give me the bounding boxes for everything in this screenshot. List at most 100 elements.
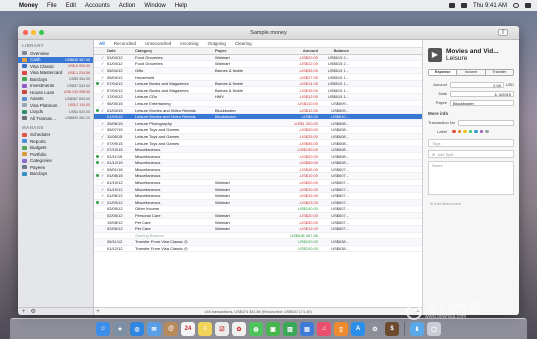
label-color-swatch[interactable]	[457, 129, 461, 134]
contacts-icon[interactable]: @	[164, 322, 178, 336]
sidebar-settings-icon[interactable]: ⚙	[31, 308, 36, 315]
amount-field[interactable]: 2.00	[450, 81, 504, 88]
col-header-payee[interactable]: Payee	[214, 48, 286, 53]
table-row[interactable]: ✓ 07/10/15 Miscellaneous -US$150.00 US$608..…	[94, 146, 422, 154]
table-row[interactable]: 01/04/15 Leisure Movies and Video Rentals…	[94, 113, 422, 121]
col-header-date[interactable]: Date	[106, 48, 134, 53]
filter-tab[interactable]: All	[99, 41, 105, 46]
tags-field[interactable]: Tags	[428, 139, 514, 147]
sidebar-item-account[interactable]: Overview	[18, 50, 93, 57]
label-color-swatch[interactable]	[463, 129, 467, 134]
menu-window[interactable]: Window	[144, 3, 165, 9]
table-row[interactable]: ✓ 01/10/12 Miscellaneous Walmart -US$20.00 US…	[94, 180, 422, 187]
col-header-balance[interactable]: Balance	[320, 48, 352, 53]
sidebar-item-manage[interactable]: Scheduler	[18, 132, 93, 139]
sidebar-item-manage[interactable]: Payees	[18, 164, 93, 171]
table-row[interactable]: 01/12/12 Transfer From Visa Classic ◎ US$1…	[94, 246, 422, 253]
table-row[interactable]: 02/05/12 Personal Care Walmart -US$20.00 US$…	[94, 212, 422, 220]
segment-expense[interactable]: Expense	[429, 70, 458, 75]
notes-icon[interactable]: ≡	[198, 322, 212, 336]
table-row[interactable]: ✓ 05/04/12 Household -US$27.00 US$615 1...	[94, 74, 422, 81]
ibooks-icon[interactable]: ▯	[334, 322, 348, 336]
menu-app[interactable]: Money	[19, 3, 38, 9]
table-row[interactable]: ✓ 07/04/12 Leisure Books and Magazines Barn…	[94, 80, 422, 88]
filter-tab[interactable]: Outgoing	[208, 41, 226, 46]
label-color-swatch[interactable]	[474, 129, 478, 134]
notes-field[interactable]: Notes	[428, 161, 514, 195]
table-row[interactable]: ✓ 07/04/12 Leisure Books and Magazines Barn…	[94, 87, 422, 95]
table-row[interactable]: ✓ 01/06/12 Miscellaneous Walmart -US$15.00 US…	[94, 193, 422, 200]
table-row[interactable]: ✓ 05/04/12 Gifts Barnes & Noble -US$35.00 US$…	[94, 67, 422, 75]
table-row[interactable]: ✓ 06/05/15 Leisure Entertaining -US$110.00 U…	[94, 101, 422, 108]
table-row[interactable]: ✓ 17/04/12 Leisure CDs HMV -US$12.00 US$615 1…	[94, 94, 422, 101]
sidebar-item-manage[interactable]: Reports	[18, 138, 93, 145]
menu-edit[interactable]: Edit	[66, 3, 76, 9]
table-row[interactable]: ✓ 01/03/12 Miscellaneous Walmart -US$23.00 US…	[94, 199, 422, 207]
filter-tab[interactable]: Clearing	[235, 41, 252, 46]
more-info-header[interactable]: More info	[428, 111, 514, 116]
add-attachment-button[interactable]: ⊘ Add Attachment	[428, 201, 514, 206]
mail-icon[interactable]: ✉	[147, 322, 161, 336]
table-row[interactable]: ✓ 11/08/15 Leisure Toys and Games -US$25.00…	[94, 133, 422, 141]
messages-icon[interactable]: ◍	[249, 322, 263, 336]
table-row[interactable]: ✓ 07/09/15 Leisure Toys and Games -US$55.00…	[94, 140, 422, 147]
sidebar-item-manage[interactable]: Barclays	[18, 171, 93, 178]
table-row[interactable]: 19/08/12 Pet Care Walmart -US$30.00 US$607..…	[94, 219, 422, 226]
downloads-icon[interactable]: ⬇	[410, 322, 424, 336]
finder-icon[interactable]: ☺	[96, 322, 110, 336]
label-color-swatch[interactable]	[452, 129, 456, 134]
notification-center-icon[interactable]	[525, 3, 531, 8]
table-row[interactable]: ✓ 01/11/15 Miscellaneous -US$20.00 US$608...	[94, 153, 422, 160]
menu-clock[interactable]: Thu 9:41 AM	[473, 3, 507, 9]
safari-icon[interactable]: ◎	[130, 322, 144, 336]
filter-tab[interactable]: Unreconciled	[145, 41, 171, 46]
spotlight-icon[interactable]	[513, 3, 519, 8]
table-row[interactable]: ✓ 01/04/15 Leisure Movies and Video Rental…	[94, 107, 422, 114]
photos-icon[interactable]: ✿	[232, 322, 246, 336]
label-color-swatch[interactable]	[485, 129, 489, 134]
itunes-icon[interactable]: ♫	[317, 322, 331, 336]
add-transaction-icon[interactable]: +	[94, 309, 102, 315]
money-icon[interactable]: $	[385, 322, 399, 336]
segment-income[interactable]: Income	[457, 70, 486, 75]
sidebar-item-manage[interactable]: Categories	[18, 158, 93, 165]
trash-icon[interactable]: ▢	[427, 322, 441, 336]
label-color-swatch[interactable]	[479, 129, 483, 134]
facetime-icon[interactable]: ▣	[266, 322, 280, 336]
table-row[interactable]: 26/11/12 Transfer From Visa Classic ◎ US$1…	[94, 239, 422, 246]
reminders-icon[interactable]: ☑	[215, 322, 229, 336]
col-header-category[interactable]: Category	[134, 48, 214, 53]
wifi-icon[interactable]	[448, 3, 455, 8]
add-account-icon[interactable]: +	[22, 309, 26, 315]
battery-icon[interactable]	[460, 3, 467, 8]
keynote-icon[interactable]: ▤	[300, 322, 314, 336]
numbers-icon[interactable]: ▥	[283, 322, 297, 336]
menu-file[interactable]: File	[47, 3, 57, 9]
table-row[interactable]: Starting Balance US$638 387.66	[94, 233, 422, 240]
label-color-swatch[interactable]	[468, 129, 472, 134]
filter-tab[interactable]: Reconciled	[114, 41, 136, 46]
calendar-icon[interactable]: 24	[181, 322, 195, 336]
table-row[interactable]: 02/05/12 Pet Care Walmart -US$12.00 US$607..…	[94, 225, 422, 233]
table-row[interactable]: ✓ 05/07/15 Leisure Toys and Games -US$20.00…	[94, 127, 422, 134]
table-row[interactable]: ✓ 01/12/15 Miscellaneous -US$60.00 US$608...	[94, 160, 422, 167]
table-row[interactable]: ✓ 01/04/12 Food Groceries Walmart -US$20.00 U…	[94, 54, 422, 62]
launchpad-icon[interactable]: ✦	[113, 322, 127, 336]
table-row[interactable]: ✓ 01/10/12 Miscellaneous Walmart -US$10.00 US…	[94, 186, 422, 193]
menu-accounts[interactable]: Accounts	[85, 3, 110, 9]
menu-help[interactable]: Help	[175, 3, 187, 9]
sidebar-item-manage[interactable]: Budgets	[18, 145, 93, 152]
system-preferences-icon[interactable]: ⚙	[368, 322, 382, 336]
date-field[interactable]: 1/ 4/2015	[450, 90, 514, 97]
toggle-inspector-icon[interactable]: ▯	[498, 29, 508, 36]
table-row[interactable]: 02/05/12 Other Income US$100.00 US$607...	[94, 206, 422, 213]
transaction-no-field[interactable]	[458, 119, 514, 126]
add-split-button[interactable]: ⊕ Add Split	[428, 150, 514, 158]
segment-transfer[interactable]: Transfer	[486, 70, 513, 75]
app-store-icon[interactable]: A	[351, 322, 365, 336]
table-row[interactable]: ✓ 09/01/16 Miscellaneous -US$45.00 US$607...	[94, 167, 422, 174]
col-header-amount[interactable]: Amount	[286, 48, 320, 53]
payee-field[interactable]: Blockbuster	[450, 99, 514, 106]
table-row[interactable]: ✓ 01/08/15 Miscellaneous -US$10.00 US$607...	[94, 173, 422, 180]
table-row[interactable]: ✓ 01/04/12 Food Groceries Walmart -US$12.00 U…	[94, 61, 422, 68]
